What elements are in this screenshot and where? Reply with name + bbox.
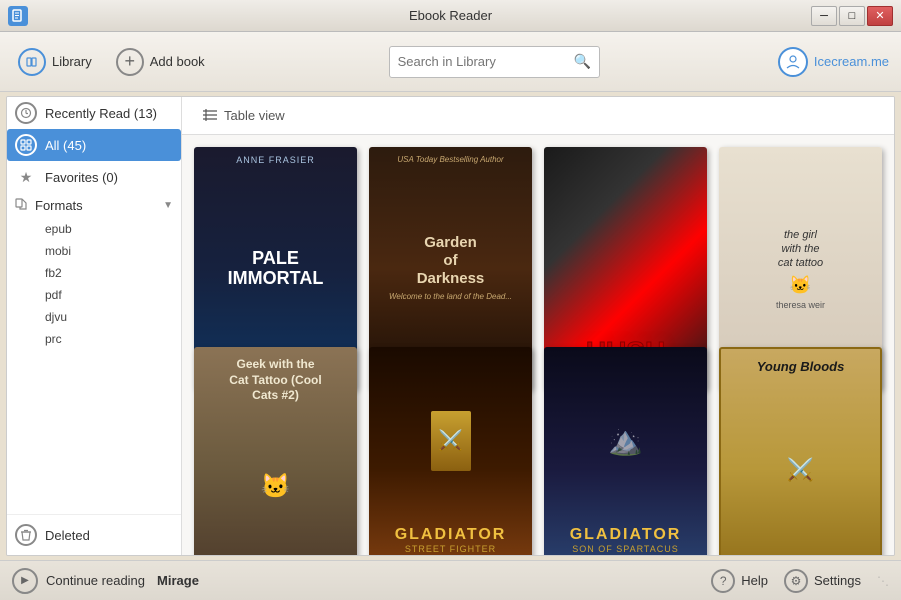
window-controls: ─ □ ✕ bbox=[811, 6, 893, 26]
search-icon[interactable]: 🔍 bbox=[574, 53, 591, 70]
book-title: PALEIMMORTAL bbox=[228, 249, 324, 289]
table-view-label: Table view bbox=[224, 108, 285, 123]
book-title: GLADIATOR bbox=[395, 526, 507, 544]
help-label: Help bbox=[741, 573, 768, 588]
add-book-button[interactable]: + Add book bbox=[110, 44, 211, 80]
help-icon: ? bbox=[711, 569, 735, 593]
add-icon: + bbox=[116, 48, 144, 76]
resize-handle[interactable]: ⋱ bbox=[877, 575, 889, 587]
library-icon bbox=[18, 48, 46, 76]
recently-read-icon bbox=[15, 102, 37, 124]
continue-reading-button[interactable]: ▶ Continue reading Mirage bbox=[12, 568, 199, 594]
minimize-button[interactable]: ─ bbox=[811, 6, 837, 26]
favorites-icon: ★ bbox=[15, 166, 37, 188]
content-area: Table view ANNE FRASIER PALEIMMORTAL ANN… bbox=[182, 97, 894, 555]
deleted-icon bbox=[15, 524, 37, 546]
app-title: Ebook Reader bbox=[409, 8, 492, 23]
favorites-label: Favorites (0) bbox=[45, 170, 118, 185]
add-book-label: Add book bbox=[150, 54, 205, 69]
formats-arrow: ▼ bbox=[163, 200, 173, 211]
formats-icon bbox=[15, 198, 27, 213]
sidebar-format-prc[interactable]: prc bbox=[7, 328, 181, 350]
bottom-right: ? Help ⚙ Settings ⋱ bbox=[711, 569, 889, 593]
continue-reading-label: Continue reading bbox=[46, 573, 145, 588]
library-button[interactable]: Library bbox=[12, 44, 98, 80]
search-bar: 🔍 bbox=[389, 46, 600, 78]
sidebar-format-djvu[interactable]: djvu bbox=[7, 306, 181, 328]
title-bar: Ebook Reader ─ □ ✕ bbox=[0, 0, 901, 32]
book-geek-cat[interactable]: Geek with theCat Tattoo (CoolCats #2) 🐱 … bbox=[194, 347, 357, 555]
sidebar-format-epub[interactable]: epub bbox=[7, 218, 181, 240]
book-title: Geek with theCat Tattoo (CoolCats #2) bbox=[229, 357, 321, 404]
sidebar-item-deleted[interactable]: Deleted bbox=[7, 519, 181, 551]
icecream-button[interactable]: Icecream.me bbox=[778, 47, 889, 77]
settings-label: Settings bbox=[814, 573, 861, 588]
table-view-icon bbox=[202, 108, 218, 124]
reading-book-name: Mirage bbox=[157, 573, 199, 588]
format-list: epubmobifb2pdfdjvuprc bbox=[7, 218, 181, 350]
book-subtitle: SON OF SPARTACUS bbox=[570, 544, 682, 554]
main-area: Recently Read (13) All (45) ★ Favorites … bbox=[6, 96, 895, 556]
sidebar-format-mobi[interactable]: mobi bbox=[7, 240, 181, 262]
book-young-bloods[interactable]: Young Bloods ⚔️ Simon Scarrow bbox=[719, 347, 882, 555]
sidebar-item-all[interactable]: All (45) bbox=[7, 129, 181, 161]
book-series: ANNE FRASIER bbox=[236, 155, 315, 165]
book-author: theresa weir bbox=[776, 300, 825, 310]
sidebar-format-fb2[interactable]: fb2 bbox=[7, 262, 181, 284]
user-avatar bbox=[778, 47, 808, 77]
book-subtitle: Welcome to the land of the Dead... bbox=[389, 292, 512, 301]
all-label: All (45) bbox=[45, 138, 86, 153]
settings-icon: ⚙ bbox=[784, 569, 808, 593]
sidebar-item-recently-read[interactable]: Recently Read (13) bbox=[7, 97, 181, 129]
close-button[interactable]: ✕ bbox=[867, 6, 893, 26]
settings-button[interactable]: ⚙ Settings bbox=[784, 569, 861, 593]
book-decoration: 🐱 bbox=[261, 472, 291, 501]
icecream-label: Icecream.me bbox=[814, 54, 889, 69]
library-label: Library bbox=[52, 54, 92, 69]
cat-emoji: 🐱 bbox=[776, 275, 825, 296]
app-icon bbox=[8, 6, 28, 26]
restore-button[interactable]: □ bbox=[839, 6, 865, 26]
search-input[interactable] bbox=[398, 54, 574, 69]
book-subtitle: STREET FIGHTER bbox=[395, 544, 507, 554]
sidebar: Recently Read (13) All (45) ★ Favorites … bbox=[7, 97, 182, 555]
sidebar-item-favorites[interactable]: ★ Favorites (0) bbox=[7, 161, 181, 193]
book-gladiator-street[interactable]: ⚔️ GLADIATOR STREET FIGHTER SIMONSCARROW bbox=[369, 347, 532, 555]
book-series: USA Today Bestselling Author bbox=[397, 155, 503, 164]
book-grid: ANNE FRASIER PALEIMMORTAL ANNE FRASIER U… bbox=[182, 135, 894, 555]
bottom-bar: ▶ Continue reading Mirage ? Help ⚙ Setti… bbox=[0, 560, 901, 600]
help-button[interactable]: ? Help bbox=[711, 569, 768, 593]
play-icon: ▶ bbox=[12, 568, 38, 594]
deleted-label: Deleted bbox=[45, 528, 90, 543]
table-view-button[interactable]: Table view bbox=[194, 105, 293, 127]
sidebar-item-formats[interactable]: Formats ▼ bbox=[7, 193, 181, 218]
formats-label: Formats bbox=[35, 198, 83, 213]
toolbar: Library + Add book 🔍 Icecream.me bbox=[0, 32, 901, 92]
book-title: Young Bloods bbox=[757, 359, 845, 374]
sidebar-format-pdf[interactable]: pdf bbox=[7, 284, 181, 306]
recently-read-label: Recently Read (13) bbox=[45, 106, 157, 121]
sidebar-bottom: Deleted bbox=[7, 514, 181, 555]
book-gladiator-son[interactable]: 🏔️ GLADIATOR SON OF SPARTACUS SIMONSCARR… bbox=[544, 347, 707, 555]
content-toolbar: Table view bbox=[182, 97, 894, 135]
all-icon bbox=[15, 134, 37, 156]
book-title: GLADIATOR bbox=[570, 526, 682, 544]
book-title: the girlwith thecat tattoo bbox=[776, 228, 825, 271]
book-title: GardenofDarkness bbox=[417, 234, 485, 288]
